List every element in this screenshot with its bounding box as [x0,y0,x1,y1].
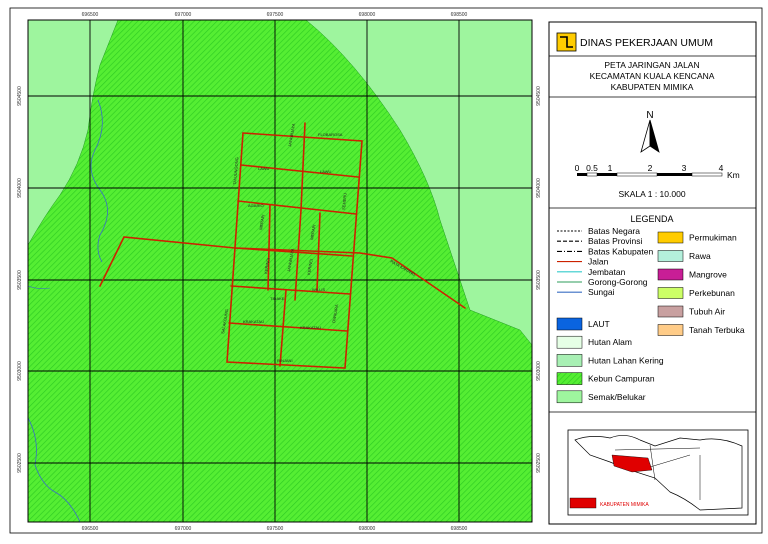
legend-fill-swatch [556,317,583,331]
inset-label: KABUPATEN MIMIKA [600,502,649,508]
grid-x-label: 697000 [175,526,192,532]
title-line: KABUPATEN MIMIKA [611,82,694,92]
grid-y-label: 9503500 [17,270,23,290]
title-line: KECAMATAN KUALA KENCANA [590,71,715,81]
title-line: PETA JARINGAN JALAN [604,60,699,70]
grid-labels-left: 9504500 9504000 9503500 9503000 9502500 [17,86,23,473]
agency-name: DINAS PEKERJAAN UMUM [580,37,713,49]
legend-label: Rawa [689,251,711,261]
legend-fill-swatch [556,390,583,404]
grid-y-label: 9504500 [536,86,542,106]
grid-labels-right: 9504500 9504000 9503500 9503000 9502500 [536,86,542,473]
scale-tick-label: 0 [575,163,580,173]
legend-fill-swatch [657,305,684,318]
road-label: LAWU [258,166,270,171]
north-label: N [646,110,653,121]
legend-label: Mangrove [689,270,727,280]
legend-fill-swatch [657,287,684,299]
grid-y-label: 9502500 [17,453,23,473]
road-label: RINJANI [277,358,293,363]
road-label: WILLIS [312,287,325,292]
road-label: TIDAKE [270,296,285,301]
scale-tick-label: 4 [719,163,724,173]
legend-label: Gorong-Gorong [588,277,648,287]
scale-tick-label: 3 [682,163,687,173]
legend-label: Batas Provinsi [588,236,642,246]
legend-label: Hutan Lahan Kering [588,355,664,365]
legend-label: Batas Kabupaten [588,246,653,256]
road-label: AGARIO [248,203,264,208]
legend-label: Tubuh Air [689,307,725,317]
scale-tick-label: 1 [608,163,613,173]
scale-tick-label: 2 [648,163,653,173]
legend-label: Permukiman [689,233,737,243]
grid-y-label: 9503500 [536,270,542,290]
grid-x-label: 696500 [82,526,99,532]
road-label: KRAKATAU [300,325,321,330]
grid-labels-top: 696500 697000 697500 698000 698500 [82,12,468,18]
legend-label: Sungai [588,287,615,297]
grid-x-label: 696500 [82,12,99,18]
map-sheet: FLOBAROSA LAWU LAWU JAYAWIJAYA TANJUNGON… [9,7,763,534]
scale-text: SKALA 1 : 10.000 [618,189,685,199]
grid-y-label: 9503000 [536,361,542,381]
grid-x-label: 697000 [175,12,192,18]
legend-label: Semak/Belukar [588,392,646,402]
grid-x-label: 697500 [267,526,284,532]
scale-unit: Km [727,170,740,180]
road-label: FLOBAROSA [318,132,343,137]
legend-fill-swatch [657,324,684,336]
road-label: LAWU [320,169,332,174]
grid-x-label: 698000 [359,526,376,532]
legend-title: LEGENDA [630,214,673,224]
legend-fill-swatch [657,231,684,244]
legend-label: Perkebunan [689,288,735,298]
grid-y-label: 9504500 [17,86,23,106]
legend-label: Kebun Campuran [588,374,655,384]
scale-tick-label: 0.5 [586,163,598,173]
legend-label: Jembatan [588,267,626,277]
legend-label: LAUT [588,319,610,329]
road-label: KRAKATAU [243,319,264,324]
grid-x-label: 698000 [359,12,376,18]
legend-label: Tanah Terbuka [689,325,745,335]
legend-fill-swatch [556,354,583,367]
legend-fill-swatch [657,268,684,281]
grid-labels-bottom: 696500 697000 697500 698000 698500 [82,526,468,532]
legend-fill-swatch [556,372,583,385]
side-panel: DINAS PEKERJAAN UMUM PETA JARINGAN JALAN… [548,21,757,525]
legend-label: Jalan [588,257,609,267]
legend-fill-swatch [657,250,684,262]
grid-x-label: 697500 [267,12,284,18]
grid-y-label: 9504000 [17,178,23,198]
grid-x-label: 698500 [451,12,468,18]
legend-label: Hutan Alam [588,337,632,347]
inset-key-swatch [569,497,597,509]
grid-y-label: 9504000 [536,178,542,198]
inset-map: KABUPATEN MIMIKA [567,429,749,516]
legend-fill-swatch [556,335,583,349]
grid-x-label: 698500 [451,526,468,532]
grid-y-label: 9502500 [536,453,542,473]
map-panel[interactable]: FLOBAROSA LAWU LAWU JAYAWIJAYA TANJUNGON… [17,12,542,532]
grid-y-label: 9503000 [17,361,23,381]
legend-label: Batas Negara [588,226,640,236]
